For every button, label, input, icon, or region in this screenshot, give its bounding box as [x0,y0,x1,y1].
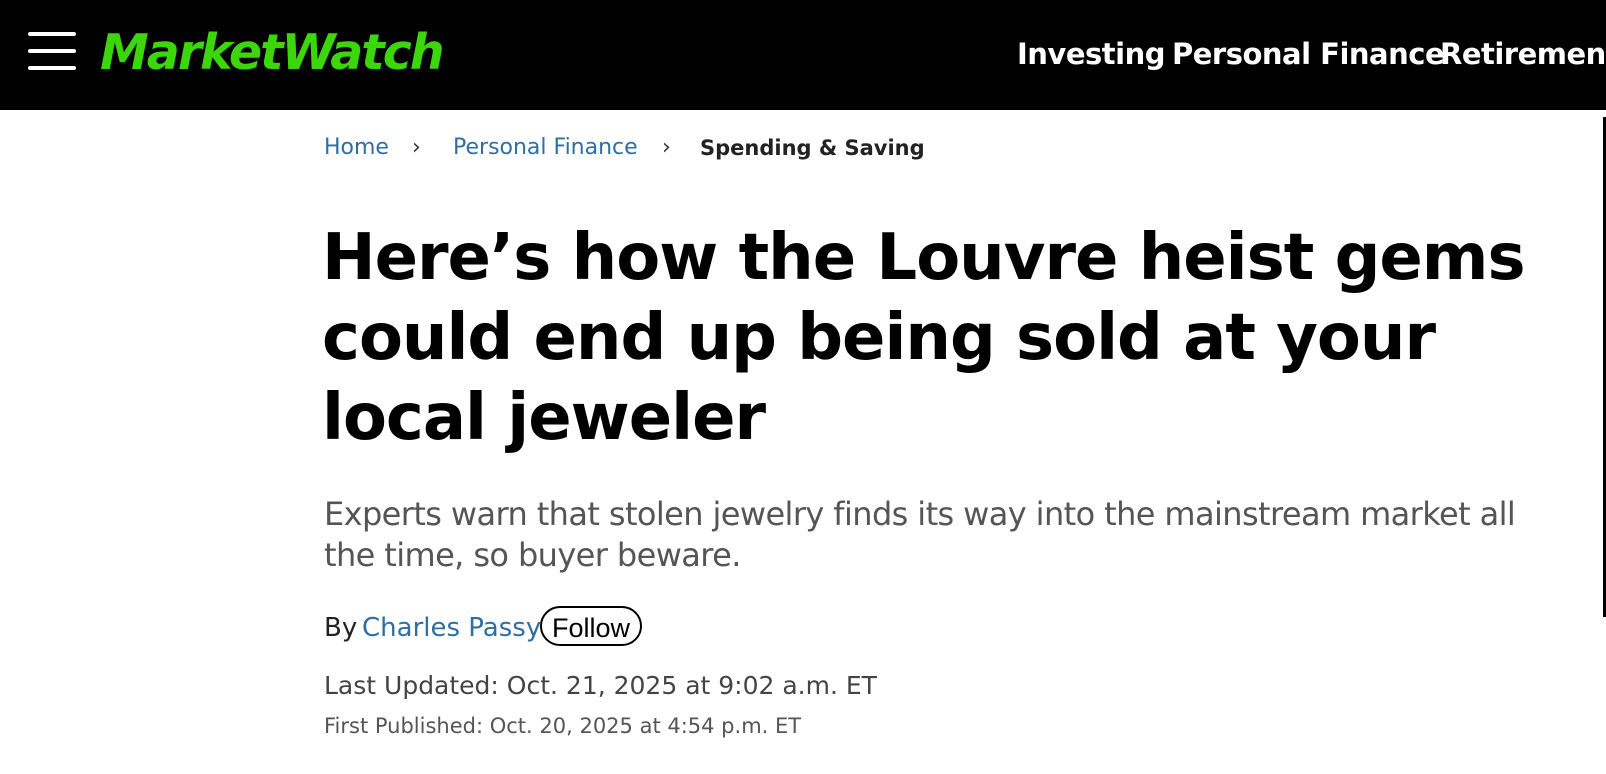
author-link[interactable]: Charles Passy [362,606,541,650]
chevron-right-icon: › [412,135,421,160]
chevron-right-icon: › [662,135,671,160]
first-published-timestamp: First Published: Oct. 20, 2025 at 4:54 p… [324,714,802,738]
menu-line [28,49,76,53]
follow-author-button[interactable]: Follow [540,606,642,646]
nav-link-retirement[interactable]: Retirement [1440,33,1606,75]
article-headline: Here’s how the Louvre heist gems could e… [322,221,1526,455]
breadcrumb-home-link[interactable]: Home [324,130,389,166]
breadcrumb-personal-finance-link[interactable]: Personal Finance [453,130,638,166]
menu-line [28,32,76,36]
top-navigation-bar: MarketWatch Investing Personal Finance R… [0,0,1606,110]
breadcrumb-current-section[interactable]: Spending & Saving [700,130,925,166]
last-updated-timestamp: Last Updated: Oct. 21, 2025 at 9:02 a.m.… [324,671,877,700]
byline-prefix: By [324,613,358,643]
nav-link-personal-finance[interactable]: Personal Finance [1172,33,1445,75]
menu-line [28,66,76,70]
article-subheadline: Experts warn that stolen jewelry finds i… [324,495,1516,574]
nav-link-investing[interactable]: Investing [1017,33,1165,75]
hamburger-menu-icon[interactable] [28,32,76,70]
marketwatch-logo[interactable]: MarketWatch [100,18,445,88]
